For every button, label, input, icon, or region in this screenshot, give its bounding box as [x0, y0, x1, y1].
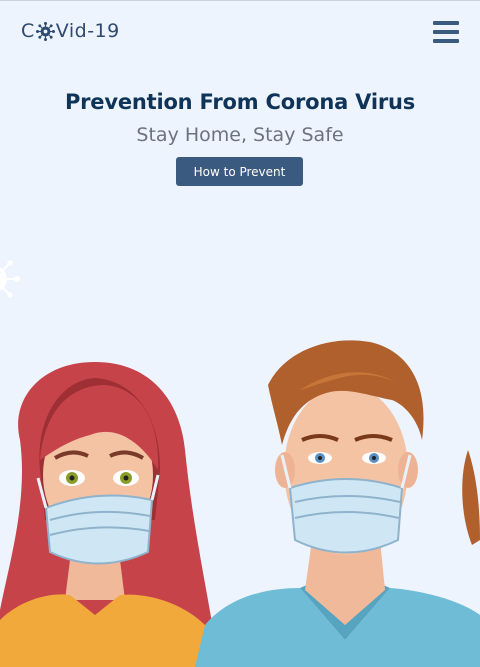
menu-bar-middle — [433, 30, 459, 34]
third-person-hair — [462, 450, 480, 545]
brand-text-end: Vid-19 — [55, 20, 120, 42]
people-wearing-masks-illustration — [0, 340, 480, 667]
woman-figure — [0, 362, 215, 667]
virus-icon — [35, 21, 55, 41]
hero-subtitle: Stay Home, Stay Safe — [136, 124, 344, 146]
menu-bar-top — [433, 21, 459, 25]
how-to-prevent-button[interactable]: How to Prevent — [176, 157, 303, 186]
hero-section: Prevention From Corona Virus Stay Home, … — [0, 90, 480, 146]
man-figure — [195, 340, 480, 667]
virus-icon — [0, 260, 20, 298]
hero-title: Prevention From Corona Virus — [64, 90, 416, 114]
brand-logo[interactable]: C Vid-19 — [21, 20, 120, 42]
navbar: C Vid-19 — [0, 0, 480, 64]
hamburger-menu-icon[interactable] — [433, 21, 459, 43]
brand-text-start: C — [21, 20, 35, 42]
menu-bar-bottom — [433, 39, 459, 43]
